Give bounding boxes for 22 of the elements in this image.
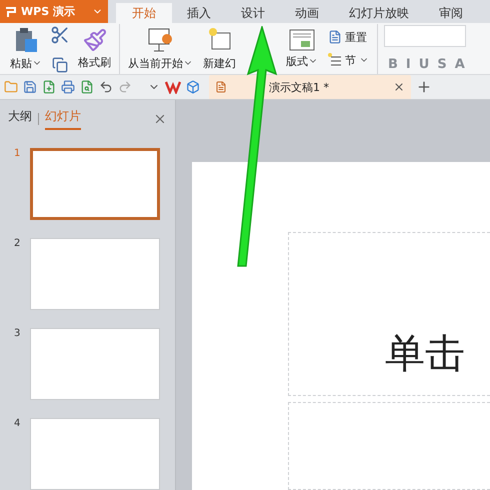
ribbon-tab[interactable]: 动画 bbox=[280, 3, 334, 24]
slide-number: 2 bbox=[14, 238, 22, 251]
slide-number: 3 bbox=[14, 328, 22, 341]
layout-button[interactable]: 版式 bbox=[284, 28, 320, 68]
panel-tab[interactable]: 大纲 bbox=[8, 108, 32, 130]
ribbon-tab[interactable]: 开始 bbox=[116, 3, 172, 24]
slide-title: 单击 bbox=[385, 330, 465, 379]
slide-number: 1 bbox=[14, 148, 22, 161]
ribbon-tab[interactable]: 设计 bbox=[226, 3, 280, 24]
from-current-button[interactable]: 从当前开始 bbox=[126, 26, 195, 70]
title-placeholder[interactable]: 单击 bbox=[288, 232, 490, 396]
ribbon-tab[interactable]: 插入 bbox=[172, 3, 226, 24]
reset-button[interactable]: 重置 bbox=[326, 30, 369, 44]
format-painter-button[interactable]: 格式刷 bbox=[76, 28, 113, 70]
new-slide-button[interactable]: 新建幻 bbox=[201, 26, 238, 70]
section-button[interactable]: 节 bbox=[326, 52, 371, 68]
document-title: 演示文稿1 * bbox=[269, 80, 330, 94]
paste-button[interactable]: 粘贴 bbox=[8, 26, 44, 70]
ribbon-tab[interactable]: 审阅 bbox=[424, 3, 478, 24]
slide-number: 4 bbox=[14, 418, 22, 431]
ribbon-tab[interactable]: 幻灯片放映 bbox=[334, 3, 424, 24]
document-tab[interactable]: 演示文稿1 * bbox=[209, 75, 411, 99]
